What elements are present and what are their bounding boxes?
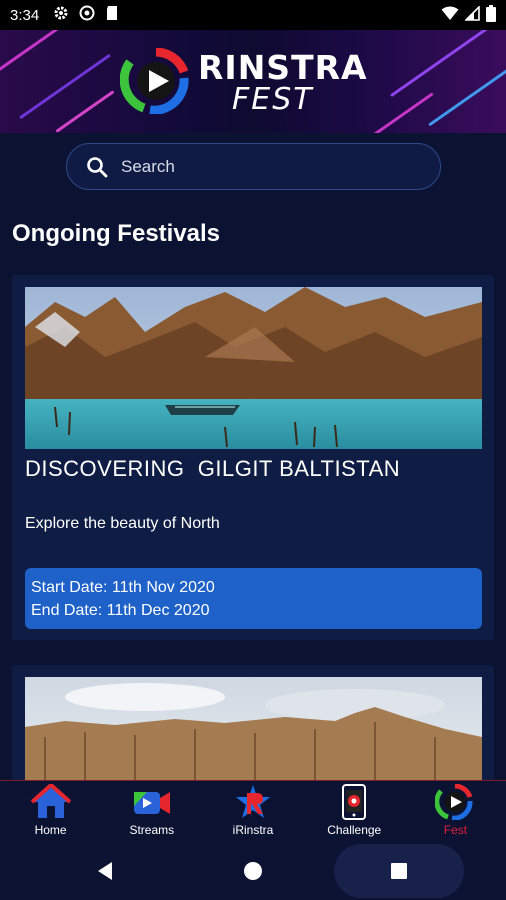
festival-title: DISCOVERING GILGIT BALTISTAN xyxy=(25,456,401,481)
banner-light-streak xyxy=(389,30,491,98)
nav-home[interactable]: Home xyxy=(0,781,101,842)
recents-square-icon xyxy=(391,863,407,879)
banner-light-streak xyxy=(0,30,63,79)
festival-card[interactable]: DISCOVERING GILGIT BALTISTAN Explore the… xyxy=(12,275,494,640)
search-icon xyxy=(87,156,108,177)
nav-label: Home xyxy=(34,823,67,837)
search-bar[interactable] xyxy=(66,143,441,190)
video-camera-icon xyxy=(133,792,170,814)
home-icon xyxy=(30,784,71,818)
banner-light-streak xyxy=(366,92,434,133)
rinstra-logo-icon xyxy=(120,48,189,114)
nav-fest[interactable]: Fest xyxy=(405,781,506,842)
back-button[interactable] xyxy=(91,856,121,886)
festival-image xyxy=(25,287,482,449)
nav-label: Fest xyxy=(443,823,468,837)
vpn-icon xyxy=(79,5,95,25)
festival-end-date: End Date: 11th Dec 2020 xyxy=(31,602,210,619)
nav-label: Challenge xyxy=(327,823,382,837)
settings-gear-icon xyxy=(53,5,69,25)
system-navigation-bar xyxy=(0,842,506,900)
nav-label: iRinstra xyxy=(232,823,274,837)
battery-icon xyxy=(486,4,496,26)
fest-play-icon xyxy=(435,784,473,820)
banner-light-streak xyxy=(428,66,506,127)
festival-start-date: Start Date: 11th Nov 2020 xyxy=(31,579,215,596)
app-screen: 3:34 RINSTRA FEST Search Ongoing Festiva… xyxy=(0,0,506,900)
search-input[interactable] xyxy=(121,156,401,177)
nav-irinstra[interactable]: iRinstra xyxy=(202,781,303,842)
irinstra-star-icon xyxy=(236,785,270,818)
status-time: 3:34 xyxy=(10,6,40,24)
banner-light-streak xyxy=(55,90,115,133)
banner-light-streak xyxy=(19,53,111,120)
nav-challenge[interactable]: Challenge xyxy=(304,781,405,842)
rinstra-fest-banner: RINSTRA FEST xyxy=(0,30,506,133)
festival-image xyxy=(25,677,482,787)
section-title: Ongoing Festivals xyxy=(12,220,221,247)
bottom-navigation: Home Streams iRinstra Challenge Fest xyxy=(0,780,506,842)
wifi-icon xyxy=(441,6,459,25)
status-right-icons xyxy=(441,4,496,26)
festival-description: Explore the beauty of North xyxy=(25,515,220,532)
festival-dates-box: Start Date: 11th Nov 2020 End Date: 11th… xyxy=(25,568,482,629)
signal-icon xyxy=(464,4,480,25)
nav-label: Streams xyxy=(129,823,175,837)
phone-challenge-icon xyxy=(342,784,367,820)
status-bar: 3:34 xyxy=(0,0,506,30)
sd-card-icon xyxy=(105,5,119,25)
nav-streams[interactable]: Streams xyxy=(101,781,202,842)
back-triangle-icon xyxy=(98,862,112,880)
home-circle-icon xyxy=(244,862,262,880)
recents-button[interactable] xyxy=(384,856,414,886)
home-button[interactable] xyxy=(238,856,268,886)
banner-brand-line2: FEST xyxy=(232,82,314,117)
